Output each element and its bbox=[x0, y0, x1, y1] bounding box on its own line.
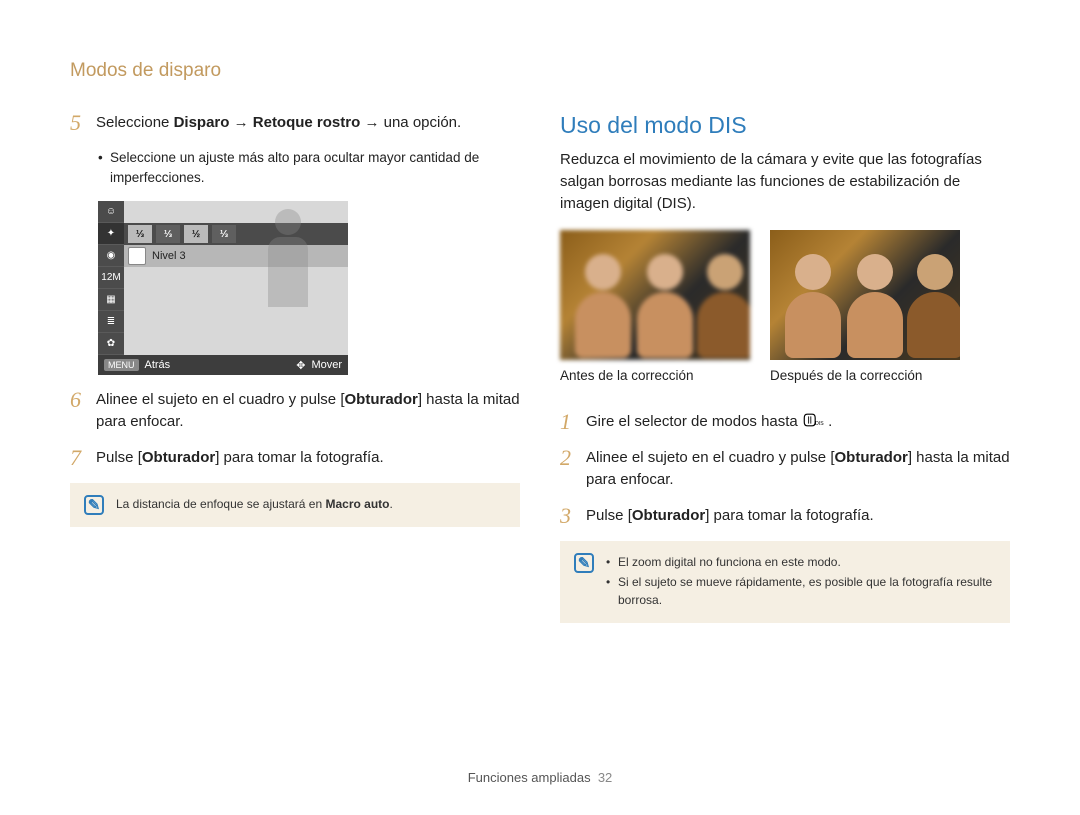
text-bold: Obturador bbox=[142, 449, 215, 466]
step-7: 7 Pulse [Obturador] para tomar la fotogr… bbox=[70, 447, 520, 469]
list-item: El zoom digital no funciona en este modo… bbox=[606, 553, 996, 571]
text-fragment: ] para tomar la fotografía. bbox=[705, 507, 873, 524]
svg-text:DIS: DIS bbox=[815, 421, 824, 427]
step-text: Seleccione Disparo → Retoque rostro → un… bbox=[96, 112, 461, 134]
list-item: Si el sujeto se mueve rápidamente, es po… bbox=[606, 573, 996, 609]
footer-label: Funciones ampliadas bbox=[468, 770, 591, 785]
step-number: 3 bbox=[560, 505, 576, 527]
camera-sidebar: ☺ ✦ ◉ 12M ▦ ≣ ✿ bbox=[98, 201, 124, 355]
sidebar-icon-focus: ◉ bbox=[98, 245, 124, 267]
step-text: Pulse [Obturador] para tomar la fotograf… bbox=[586, 505, 874, 527]
step-number: 6 bbox=[70, 389, 86, 411]
text-bold: Retoque rostro bbox=[253, 114, 361, 131]
left-column: 5 Seleccione Disparo → Retoque rostro → … bbox=[70, 112, 520, 635]
text-fragment: . bbox=[390, 497, 393, 511]
menu-button-icon: MENU bbox=[104, 359, 139, 371]
text-fragment: La distancia de enfoque se ajustará en bbox=[116, 497, 325, 511]
text-fragment: ] para tomar la fotografía. bbox=[215, 449, 383, 466]
note-box: ✎ El zoom digital no funciona en este mo… bbox=[560, 541, 1010, 623]
camera-screen-mockup: ☺ ✦ ◉ 12M ▦ ≣ ✿ ⅓ ⅓ ½ ⅓ bbox=[98, 201, 348, 375]
sidebar-icon: ☺ bbox=[98, 201, 124, 223]
sample-photo-before bbox=[560, 230, 750, 360]
text-bold: Obturador bbox=[345, 391, 418, 408]
text-fragment: Gire el selector de modos hasta bbox=[586, 413, 802, 430]
before-after-pair: Antes de la corrección Después de la cor… bbox=[560, 230, 1010, 383]
step-text: Alinee el sujeto en el cuadro y pulse [O… bbox=[586, 447, 1010, 491]
navigate-icon: ✥ bbox=[296, 359, 305, 372]
intro-text: Reduzca el movimiento de la cámara y evi… bbox=[560, 149, 1010, 214]
text-fragment: → bbox=[360, 114, 383, 131]
back-label: Atrás bbox=[145, 359, 171, 371]
note-icon: ✎ bbox=[574, 553, 594, 573]
heading-dis: Uso del modo DIS bbox=[560, 112, 1010, 139]
step-text: Pulse [Obturador] para tomar la fotograf… bbox=[96, 447, 384, 469]
note-icon: ✎ bbox=[84, 495, 104, 515]
page-footer: Funciones ampliadas 32 bbox=[0, 770, 1080, 785]
text-fragment: Seleccione bbox=[96, 114, 174, 131]
level-option: ½ bbox=[184, 225, 208, 243]
move-label: Mover bbox=[311, 359, 342, 371]
step-number: 5 bbox=[70, 112, 86, 134]
note-text: La distancia de enfoque se ajustará en M… bbox=[116, 495, 393, 513]
step-2: 2 Alinee el sujeto en el cuadro y pulse … bbox=[560, 447, 1010, 491]
camera-screen-row: ☺ ✦ ◉ 12M ▦ ≣ ✿ ⅓ ⅓ ½ ⅓ bbox=[98, 201, 348, 355]
camera-bottom-bar: MENU Atrás ✥ Mover bbox=[98, 355, 348, 375]
page-number: 32 bbox=[598, 770, 612, 785]
text-fragment: Alinee el sujeto en el cuadro y pulse [ bbox=[96, 391, 345, 408]
step-number: 2 bbox=[560, 447, 576, 469]
right-column: Uso del modo DIS Reduzca el movimiento d… bbox=[560, 112, 1010, 635]
text-fragment: Pulse [ bbox=[586, 507, 632, 524]
step-5: 5 Seleccione Disparo → Retoque rostro → … bbox=[70, 112, 520, 134]
text-fragment: Alinee el sujeto en el cuadro y pulse [ bbox=[586, 449, 835, 466]
sample-photo-after bbox=[770, 230, 960, 360]
image-after: Después de la corrección bbox=[770, 230, 960, 383]
text-bold: Obturador bbox=[632, 507, 705, 524]
step-text: Gire el selector de modos hasta DIS . bbox=[586, 411, 832, 433]
step-3: 3 Pulse [Obturador] para tomar la fotogr… bbox=[560, 505, 1010, 527]
text-bold: Disparo bbox=[174, 114, 230, 131]
step-number: 7 bbox=[70, 447, 86, 469]
sidebar-icon-off: ✿ bbox=[98, 333, 124, 355]
section-header: Modos de disparo bbox=[70, 60, 1010, 82]
sidebar-icon-grid: ▦ bbox=[98, 289, 124, 311]
text-bold: Macro auto bbox=[325, 497, 389, 511]
content-columns: 5 Seleccione Disparo → Retoque rostro → … bbox=[70, 112, 1010, 635]
text-fragment: Pulse [ bbox=[96, 449, 142, 466]
caption-before: Antes de la corrección bbox=[560, 368, 750, 383]
camera-main-area: ⅓ ⅓ ½ ⅓ Nivel 3 bbox=[124, 201, 348, 355]
sidebar-icon: ✦ bbox=[98, 223, 124, 245]
step-number: 1 bbox=[560, 411, 576, 433]
level-option: ⅓ bbox=[156, 225, 180, 243]
text-fragment: una opción. bbox=[384, 114, 462, 131]
silhouette-figure bbox=[258, 209, 318, 339]
text-fragment: . bbox=[828, 413, 832, 430]
level-option: ⅓ bbox=[128, 225, 152, 243]
level-selected-icon bbox=[128, 247, 146, 265]
level-option: ⅓ bbox=[212, 225, 236, 243]
dis-mode-icon: DIS bbox=[802, 412, 824, 428]
sidebar-icon-bars: ≣ bbox=[98, 311, 124, 333]
note-list: El zoom digital no funciona en este modo… bbox=[606, 553, 996, 611]
text-bold: Obturador bbox=[835, 449, 908, 466]
step-6: 6 Alinee el sujeto en el cuadro y pulse … bbox=[70, 389, 520, 433]
text-fragment: → bbox=[229, 114, 252, 131]
image-before: Antes de la corrección bbox=[560, 230, 750, 383]
note-box: ✎ La distancia de enfoque se ajustará en… bbox=[70, 483, 520, 527]
list-item: Seleccione un ajuste más alto para ocult… bbox=[98, 148, 520, 187]
sidebar-icon-12m: 12M bbox=[98, 267, 124, 289]
step-1: 1 Gire el selector de modos hasta DIS . bbox=[560, 411, 1010, 433]
level-label: Nivel 3 bbox=[152, 250, 186, 262]
caption-after: Después de la corrección bbox=[770, 368, 960, 383]
step-text: Alinee el sujeto en el cuadro y pulse [O… bbox=[96, 389, 520, 433]
step-5-bullets: Seleccione un ajuste más alto para ocult… bbox=[70, 148, 520, 187]
